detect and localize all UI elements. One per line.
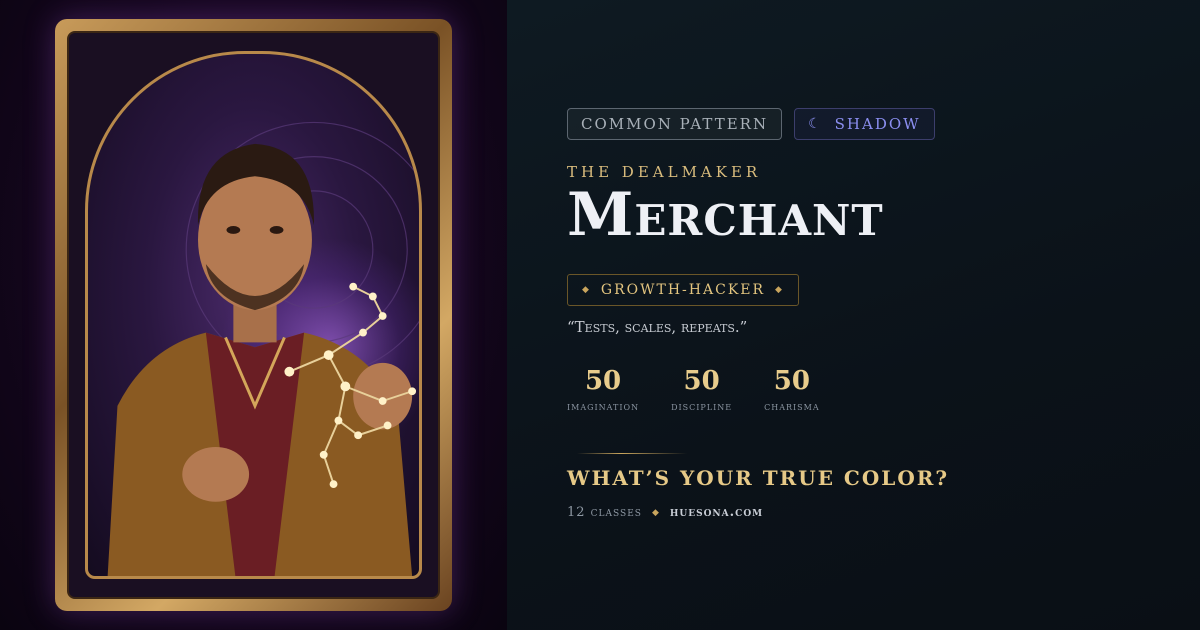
cta-headline: WHAT’S YOUR TRUE COLOR? [567, 466, 950, 490]
diamond-icon: ◆ [775, 285, 784, 295]
diamond-icon: ◆ [651, 507, 660, 518]
shadow-tag: ☾ SHADOW [794, 108, 935, 140]
gold-divider [577, 453, 687, 454]
common-pattern-tag: COMMON PATTERN [567, 108, 783, 140]
stat-value: 50 [773, 366, 810, 396]
stat-value: 50 [584, 366, 622, 396]
class-count: 12 classes [567, 505, 642, 520]
stat-discipline: 50 discipline [671, 364, 732, 413]
footer: 12 classes ◆ huesona.com [567, 505, 763, 520]
shadow-label: SHADOW [834, 115, 921, 133]
merchant-illustration [107, 121, 419, 576]
trait-label: GROWTH-HACKER [600, 282, 766, 298]
stat-label: imagination [567, 400, 640, 413]
diamond-icon: ◆ [582, 285, 591, 295]
stats-row: 50 imagination 50 discipline 50 charisma [567, 364, 852, 413]
trait-badge: ◆ GROWTH-HACKER ◆ [567, 274, 799, 306]
site-link[interactable]: huesona.com [670, 505, 763, 520]
card-frame [55, 19, 452, 611]
stat-value: 50 [683, 366, 720, 396]
stat-label: charisma [764, 400, 820, 413]
class-motto: “Tests, scales, repeats.” [567, 318, 748, 336]
stat-imagination: 50 imagination [567, 364, 639, 413]
art-panel [0, 0, 507, 630]
tag-row: COMMON PATTERN ☾ SHADOW [567, 108, 935, 140]
crescent-moon-icon: ☾ [808, 116, 823, 132]
class-title: Merchant [567, 180, 884, 250]
common-pattern-label: COMMON PATTERN [581, 115, 769, 133]
stat-charisma: 50 charisma [764, 364, 820, 413]
content-panel: COMMON PATTERN ☾ SHADOW THE DEALMAKER Me… [507, 0, 1200, 630]
class-subtitle: THE DEALMAKER [567, 163, 762, 181]
card-arch [85, 51, 422, 579]
stat-label: discipline [671, 400, 733, 413]
card-inner [67, 31, 440, 599]
